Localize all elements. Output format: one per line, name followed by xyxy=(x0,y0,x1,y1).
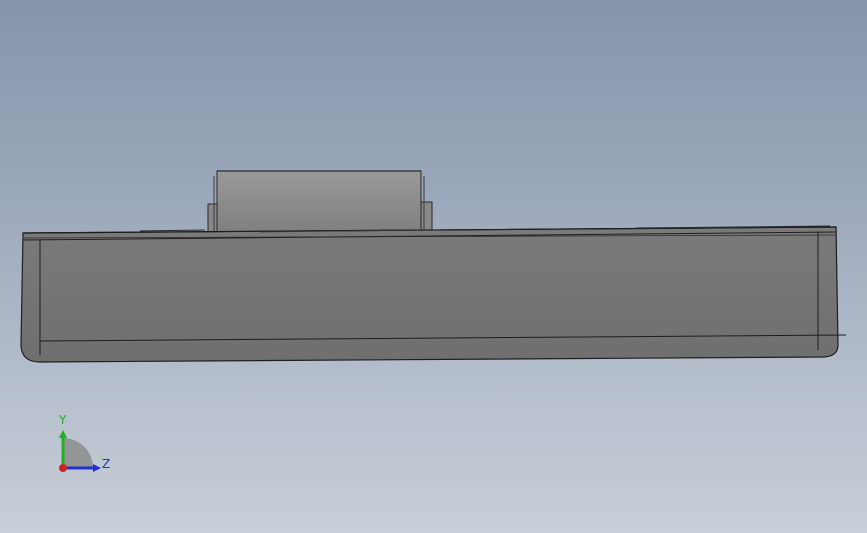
coordinate-triad: Y Z xyxy=(48,408,118,480)
z-axis-arrow-icon xyxy=(93,464,101,472)
y-axis-arrow-icon xyxy=(59,430,67,438)
boss-cylinder[interactable] xyxy=(207,170,433,234)
graphics-viewport[interactable]: Y Z xyxy=(0,0,867,533)
model-view[interactable] xyxy=(0,0,867,533)
z-axis-label: Z xyxy=(102,457,111,471)
y-axis-label: Y xyxy=(59,413,67,427)
x-axis-origin-icon xyxy=(59,464,67,472)
base-block[interactable] xyxy=(20,225,847,363)
